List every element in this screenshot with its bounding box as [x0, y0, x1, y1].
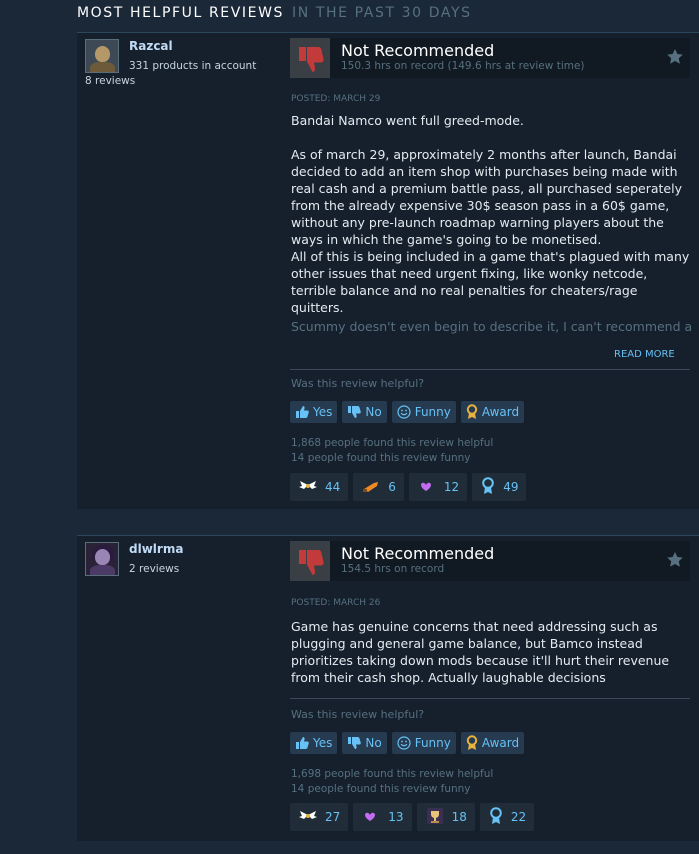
award-ribbon-icon: [466, 735, 478, 751]
thumbs-up-icon: [295, 405, 309, 419]
award-count: 6: [388, 480, 396, 494]
wings-award-icon: [298, 478, 318, 497]
review-text: Bandai Namco went full greed-mode. As of…: [291, 112, 691, 316]
review-paragraph: All of this is being included in a game …: [291, 249, 690, 315]
funny-button[interactable]: Funny: [391, 401, 456, 423]
vote-buttons: Yes No Funny Award: [290, 732, 525, 754]
hours-on-record: 154.5 hrs on record: [341, 563, 445, 575]
author-reviews[interactable]: 8 reviews: [85, 75, 135, 87]
horn-award-icon: [361, 478, 381, 497]
review-stats: 1,868 people found this review helpful 1…: [291, 436, 493, 466]
thumbs-down-icon: [290, 541, 330, 581]
vote-header[interactable]: Not Recommended 154.5 hrs on record: [290, 541, 690, 581]
divider: [290, 369, 690, 370]
heart-hands-award-icon: [417, 478, 437, 497]
yes-label: Yes: [313, 405, 333, 419]
star-icon[interactable]: [666, 48, 684, 66]
award-item[interactable]: 22: [479, 803, 535, 831]
wings-award-icon: [298, 808, 318, 827]
award-item[interactable]: 49: [472, 473, 527, 501]
award-button[interactable]: Award: [460, 401, 525, 423]
helpful-question: Was this review helpful?: [291, 377, 425, 390]
award-count: 49: [503, 480, 519, 494]
award-count: 13: [388, 810, 404, 824]
section-header: MOST HELPFUL REVIEWS IN THE PAST 30 DAYS: [77, 5, 472, 21]
award-count: 18: [451, 810, 467, 824]
review-card: dlwlrma 2 reviews Not Recommended 154.5 …: [77, 535, 699, 841]
award-button[interactable]: Award: [460, 732, 525, 754]
no-button[interactable]: No: [342, 401, 387, 423]
review-verdict: Not Recommended: [341, 41, 495, 60]
funny-label: Funny: [414, 736, 451, 750]
author-reviews[interactable]: 2 reviews: [129, 563, 179, 575]
author-products[interactable]: 331 products in account: [129, 60, 256, 72]
award-item[interactable]: 12: [408, 473, 468, 501]
thumbs-down-icon: [347, 405, 362, 419]
author-name[interactable]: dlwlrma: [129, 542, 183, 556]
award-count: 22: [510, 810, 527, 824]
medal-award-icon: [488, 806, 504, 828]
yes-label: Yes: [313, 736, 333, 750]
review-card: Razcal 331 products in account 8 reviews…: [77, 32, 699, 509]
funny-label: Funny: [414, 405, 451, 419]
heart-hands-award-icon: [361, 808, 381, 827]
vote-header[interactable]: Not Recommended 150.3 hrs on record (149…: [290, 38, 690, 78]
award-item[interactable]: 18: [416, 803, 475, 831]
star-icon[interactable]: [666, 551, 684, 569]
helpful-count: 1,698 people found this review helpful: [291, 768, 494, 780]
smiley-icon: [397, 736, 411, 750]
funny-count: 14 people found this review funny: [291, 783, 471, 795]
yes-button[interactable]: Yes: [290, 732, 338, 754]
review-text-faded: Scummy doesn't even begin to describe it…: [291, 319, 693, 334]
no-label: No: [365, 405, 382, 419]
vote-buttons: Yes No Funny Award: [290, 401, 525, 423]
award-count: 27: [325, 810, 341, 824]
posted-date: POSTED: MARCH 29: [291, 94, 381, 104]
award-ribbon-icon: [466, 404, 478, 420]
medal-award-icon: [480, 476, 496, 498]
thumbs-up-icon: [295, 736, 309, 750]
yes-button[interactable]: Yes: [290, 401, 338, 423]
award-count: 12: [443, 480, 460, 494]
award-count: 44: [325, 480, 341, 494]
helpful-count: 1,868 people found this review helpful: [291, 437, 494, 449]
avatar[interactable]: [85, 39, 119, 73]
no-label: No: [365, 736, 382, 750]
review-text: Game has genuine concerns that need addr…: [291, 618, 691, 686]
review-stats: 1,698 people found this review helpful 1…: [291, 767, 493, 797]
award-item[interactable]: 13: [353, 803, 412, 831]
read-more-link[interactable]: READ MORE: [614, 349, 675, 360]
section-title: MOST HELPFUL REVIEWS: [77, 5, 285, 21]
award-list: 27 13 18 22: [290, 803, 535, 831]
review-paragraph: As of march 29, approximately 2 months a…: [291, 147, 682, 247]
thumbs-down-icon: [347, 736, 362, 750]
author-name[interactable]: Razcal: [129, 39, 173, 53]
funny-button[interactable]: Funny: [391, 732, 456, 754]
award-list: 44 6 12 49: [290, 473, 527, 501]
no-button[interactable]: No: [342, 732, 387, 754]
award-label: Award: [481, 405, 520, 419]
award-item[interactable]: 27: [290, 803, 349, 831]
review-verdict: Not Recommended: [341, 544, 495, 563]
posted-date: POSTED: MARCH 26: [291, 598, 381, 608]
award-item[interactable]: 6: [353, 473, 404, 501]
helpful-question: Was this review helpful?: [291, 708, 425, 721]
section-subtitle: IN THE PAST 30 DAYS: [292, 5, 472, 21]
funny-count: 14 people found this review funny: [291, 452, 471, 464]
review-paragraph: Bandai Namco went full greed-mode.: [291, 113, 524, 128]
divider: [290, 698, 690, 699]
trophy-award-icon: [425, 806, 445, 829]
award-label: Award: [481, 736, 520, 750]
award-item[interactable]: 44: [290, 473, 349, 501]
smiley-icon: [397, 405, 411, 419]
review-paragraph: Game has genuine concerns that need addr…: [291, 619, 670, 685]
thumbs-down-icon: [290, 38, 330, 78]
avatar[interactable]: [85, 542, 119, 576]
hours-on-record: 150.3 hrs on record (149.6 hrs at review…: [341, 60, 585, 72]
